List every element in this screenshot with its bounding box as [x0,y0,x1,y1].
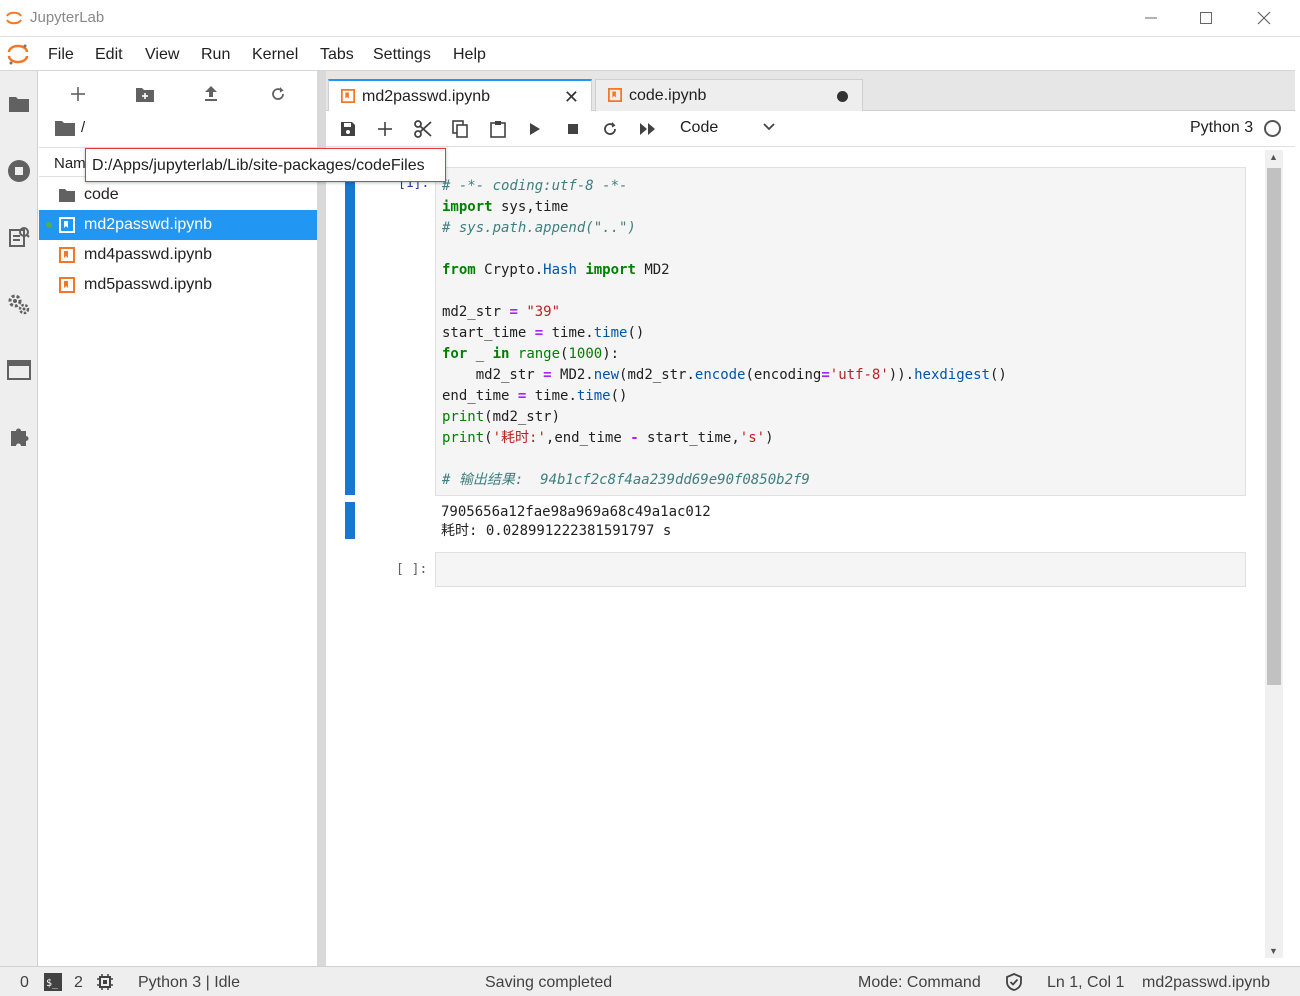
menu-settings[interactable]: Settings [373,46,431,64]
output-hash-line: 7905656a12fae98a969a68c49a1ac012 [441,504,711,520]
save-status-message: Saving completed [485,974,613,991]
file-browser: / Name code md2passwd.ipynb md4passwd.ip… [39,71,317,966]
scroll-up-arrow-icon[interactable]: ▲ [1269,152,1278,162]
cursor-position[interactable]: Ln 1, Col 1 [1047,974,1124,992]
copy-icon[interactable] [448,118,472,140]
kernel-count[interactable]: 2 [74,974,83,992]
file-row-md4passwd[interactable]: md4passwd.ipynb [39,240,317,270]
scrollbar-thumb[interactable] [1267,168,1281,685]
running-sessions-icon[interactable] [6,158,32,184]
notebook-icon [59,247,75,263]
close-icon[interactable] [1249,5,1279,31]
menu-view[interactable]: View [145,46,179,64]
file-name: md4passwd.ipynb [84,246,213,263]
notebook-scrollbar[interactable]: ▲ ▼ [1265,150,1283,958]
menu-tabs[interactable]: Tabs [320,46,354,64]
tab-label: code.ipynb [629,87,707,104]
new-folder-icon[interactable] [132,83,158,105]
menu-run[interactable]: Run [201,46,230,64]
terminal-count[interactable]: 0 [20,974,29,992]
notebook-icon [59,217,75,233]
empty-code-cell-editor[interactable] [435,552,1246,587]
cut-scissors-icon[interactable] [411,118,435,140]
cell-output: 7905656a12fae98a969a68c49a1ac012 耗时: 0.0… [441,503,711,541]
file-name: code [84,186,119,203]
jupyter-menu-logo-icon[interactable] [6,42,30,66]
file-name: md5passwd.ipynb [84,276,213,293]
folder-icon [59,189,75,202]
notebook-icon [341,89,355,103]
maximize-icon[interactable] [1191,5,1221,31]
code-content[interactable]: # -*- coding:utf-8 -*- import sys,time #… [442,176,1007,491]
breadcrumb: / [55,119,85,136]
notebook-icon [59,277,75,293]
running-indicator-icon [46,222,52,228]
code-cell-editor[interactable]: # -*- coding:utf-8 -*- import sys,time #… [435,167,1246,496]
terminal-icon[interactable]: $_ [44,973,62,991]
title-bar: JupyterLab [0,0,1300,37]
status-bar: 0 $_ 2 Python 3 | Idle Saving completed … [0,966,1300,996]
new-launcher-plus-icon[interactable] [65,83,91,105]
scroll-down-arrow-icon[interactable]: ▼ [1269,946,1278,956]
file-row-md2passwd[interactable]: md2passwd.ipynb [39,210,317,240]
tab-code[interactable]: code.ipynb [595,79,863,111]
notebook-panel: [1]: # -*- coding:utf-8 -*- import sys,t… [326,147,1295,960]
kernel-chip-icon[interactable] [96,973,114,991]
commands-palette-icon[interactable] [6,224,32,250]
paste-clipboard-icon[interactable] [486,118,510,140]
cell-collapser[interactable] [345,175,355,495]
close-tab-icon[interactable]: ✕ [564,87,579,108]
menu-kernel[interactable]: Kernel [252,46,298,64]
run-play-icon[interactable] [523,118,547,140]
upload-icon[interactable] [198,83,224,105]
breadcrumb-root[interactable]: / [81,119,85,136]
unsaved-dot-icon[interactable] [837,91,848,102]
menu-file[interactable]: File [48,46,74,64]
save-icon[interactable] [336,118,360,140]
open-tabs-icon[interactable] [6,357,32,383]
kernel-name[interactable]: Python 3 [1190,119,1253,137]
empty-cell-prompt: [ ]: [396,562,428,577]
edit-mode[interactable]: Mode: Command [858,974,981,992]
cell-type-dropdown[interactable]: Code [680,119,718,137]
path-tooltip: D:/Apps/jupyterlab/Lib/site-packages/cod… [85,148,446,182]
extensions-puzzle-icon[interactable] [6,423,32,449]
interrupt-stop-icon[interactable] [561,118,585,140]
chevron-down-icon[interactable] [762,120,776,134]
file-row-md5passwd[interactable]: md5passwd.ipynb [39,270,317,300]
kernel-idle-status-icon [1264,120,1281,137]
restart-kernel-icon[interactable] [598,118,622,140]
tab-bar: md2passwd.ipynb ✕ code.ipynb [326,71,1295,112]
tab-md2passwd[interactable]: md2passwd.ipynb ✕ [328,79,592,112]
trusted-shield-icon[interactable] [1005,973,1023,991]
menu-bar: File Edit View Run Kernel Tabs Settings … [0,37,1295,71]
window-title: JupyterLab [30,9,105,26]
output-collapser[interactable] [345,502,355,539]
notebook-icon [608,88,622,102]
menu-edit[interactable]: Edit [95,46,123,64]
file-row-code[interactable]: code [39,180,317,210]
folder-icon[interactable] [6,91,32,117]
panel-splitter[interactable] [317,71,326,966]
notebook-toolbar: Code Python 3 [326,111,1295,147]
restart-run-all-fast-forward-icon[interactable] [636,118,660,140]
property-inspector-gear-icon[interactable] [6,291,32,317]
home-folder-icon[interactable] [55,120,75,136]
tab-label: md2passwd.ipynb [362,88,491,105]
output-time-line: 耗时: 0.028991222381591797 s [441,523,672,539]
current-filename: md2passwd.ipynb [1142,974,1271,991]
svg-text:$_: $_ [46,978,59,989]
minimize-icon[interactable] [1136,5,1166,31]
jupyter-logo-icon [6,11,22,25]
menu-help[interactable]: Help [453,46,486,64]
refresh-icon[interactable] [265,83,291,105]
insert-cell-plus-icon[interactable] [373,118,397,140]
kernel-status-text[interactable]: Python 3 | Idle [138,974,240,992]
left-activity-bar [0,71,38,966]
file-name: md2passwd.ipynb [84,216,213,233]
